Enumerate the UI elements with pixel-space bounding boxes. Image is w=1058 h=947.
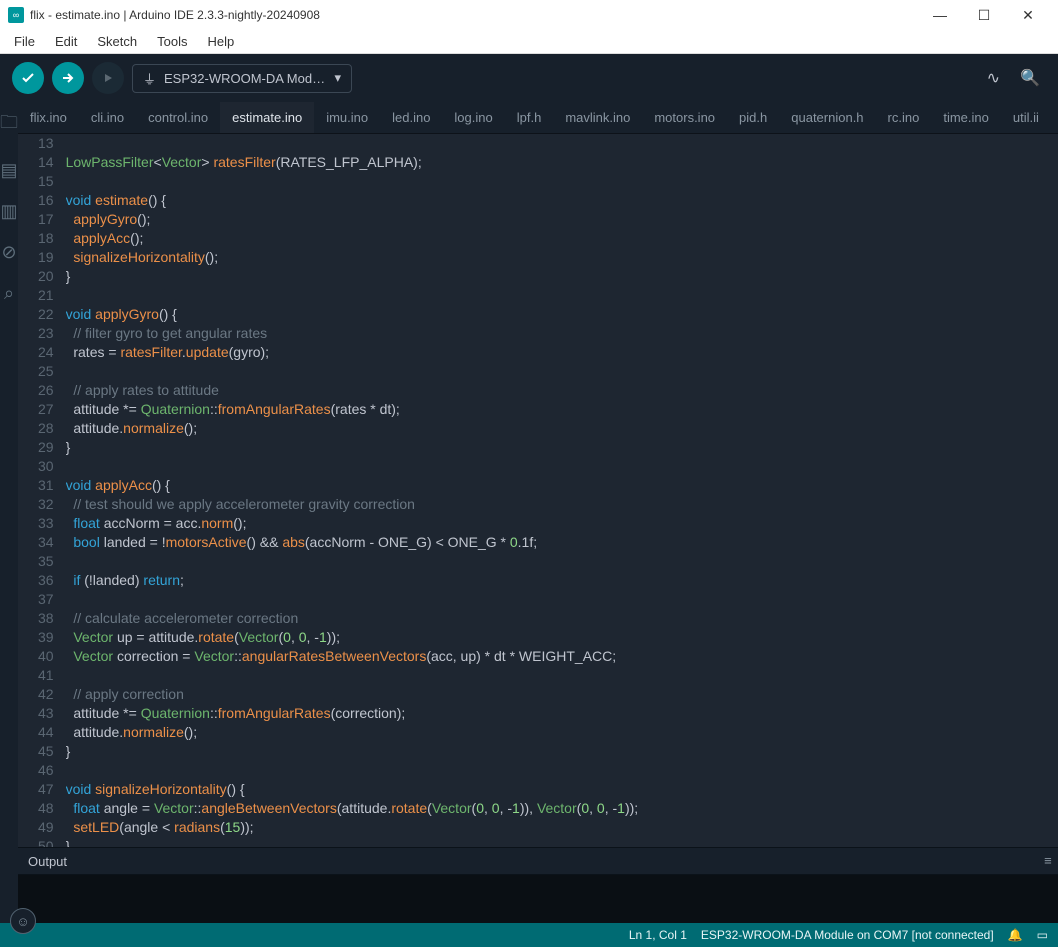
board-status: ESP32-WROOM-DA Module on COM7 [not conne…: [701, 928, 994, 942]
minimize-button[interactable]: —: [918, 0, 962, 30]
output-settings-icon[interactable]: ≡: [1044, 853, 1052, 869]
tab-cli-ino[interactable]: cli.ino: [79, 102, 136, 133]
serial-plotter-button[interactable]: ∿: [981, 64, 1006, 92]
serial-monitor-button[interactable]: 🔍: [1014, 64, 1046, 92]
menu-bar: FileEditSketchToolsHelp: [0, 30, 1058, 54]
tab-rc-ino[interactable]: rc.ino: [876, 102, 932, 133]
menu-file[interactable]: File: [4, 32, 45, 51]
menu-tools[interactable]: Tools: [147, 32, 197, 51]
library-manager-icon[interactable]: ▥: [0, 201, 17, 222]
tab-log-ino[interactable]: log.ino: [442, 102, 504, 133]
status-bar: ☺ Ln 1, Col 1 ESP32-WROOM-DA Module on C…: [0, 923, 1058, 947]
tab-pid-h[interactable]: pid.h: [727, 102, 779, 133]
output-panel: [18, 875, 1058, 923]
boards-manager-icon[interactable]: ▤: [0, 160, 17, 181]
tab-flix-ino[interactable]: flix.ino: [18, 102, 79, 133]
toolbar: ⏚ ESP32-WROOM-DA Mod… ▾ ∿ 🔍: [0, 54, 1058, 102]
output-header[interactable]: Output ≡ 🔒: [18, 847, 1058, 875]
tab-util-ii[interactable]: util.ii: [1001, 102, 1051, 133]
tab-motors-ino[interactable]: motors.ino: [642, 102, 727, 133]
explorer-icon[interactable]: 🗀: [0, 110, 18, 140]
debug-button[interactable]: [92, 62, 124, 94]
menu-edit[interactable]: Edit: [45, 32, 87, 51]
board-selector[interactable]: ⏚ ESP32-WROOM-DA Mod… ▾: [132, 64, 352, 93]
tab-lpf-h[interactable]: lpf.h: [505, 102, 554, 133]
tab-overflow[interactable]: ⋯: [1051, 102, 1058, 133]
title-bar: ∞ flix - estimate.ino | Arduino IDE 2.3.…: [0, 0, 1058, 30]
line-gutter: 1314151617181920212223242526272829303132…: [18, 134, 66, 847]
activity-bar: 🗀 ▤ ▥ ⊘ ⌕: [0, 102, 18, 923]
usb-icon: ⏚: [143, 69, 156, 88]
code-editor[interactable]: 1314151617181920212223242526272829303132…: [18, 134, 1058, 847]
cursor-position: Ln 1, Col 1: [629, 928, 687, 942]
code-area[interactable]: LowPassFilter<Vector> ratesFilter(RATES_…: [66, 134, 1058, 847]
close-panel-icon[interactable]: ▭: [1037, 928, 1048, 942]
maximize-button[interactable]: ☐: [962, 0, 1006, 30]
account-icon[interactable]: ☺: [10, 908, 36, 934]
tab-estimate-ino[interactable]: estimate.ino: [220, 102, 314, 133]
chevron-down-icon: ▾: [334, 70, 341, 86]
upload-button[interactable]: [52, 62, 84, 94]
verify-button[interactable]: [12, 62, 44, 94]
notifications-icon[interactable]: 🔔: [1008, 928, 1023, 942]
menu-help[interactable]: Help: [197, 32, 244, 51]
tab-control-ino[interactable]: control.ino: [136, 102, 220, 133]
menu-sketch[interactable]: Sketch: [87, 32, 147, 51]
output-label: Output: [28, 854, 67, 869]
tab-time-ino[interactable]: time.ino: [931, 102, 1001, 133]
search-icon[interactable]: ⌕: [4, 283, 14, 304]
tab-imu-ino[interactable]: imu.ino: [314, 102, 380, 133]
tab-bar: flix.inocli.inocontrol.inoestimate.inoim…: [18, 102, 1058, 134]
tab-led-ino[interactable]: led.ino: [380, 102, 442, 133]
debug-panel-icon[interactable]: ⊘: [1, 242, 16, 263]
board-name: ESP32-WROOM-DA Mod…: [164, 71, 325, 86]
window-title: flix - estimate.ino | Arduino IDE 2.3.3-…: [30, 8, 918, 22]
close-button[interactable]: ✕: [1006, 0, 1050, 30]
app-icon: ∞: [8, 7, 24, 23]
tab-mavlink-ino[interactable]: mavlink.ino: [553, 102, 642, 133]
tab-quaternion-h[interactable]: quaternion.h: [779, 102, 875, 133]
